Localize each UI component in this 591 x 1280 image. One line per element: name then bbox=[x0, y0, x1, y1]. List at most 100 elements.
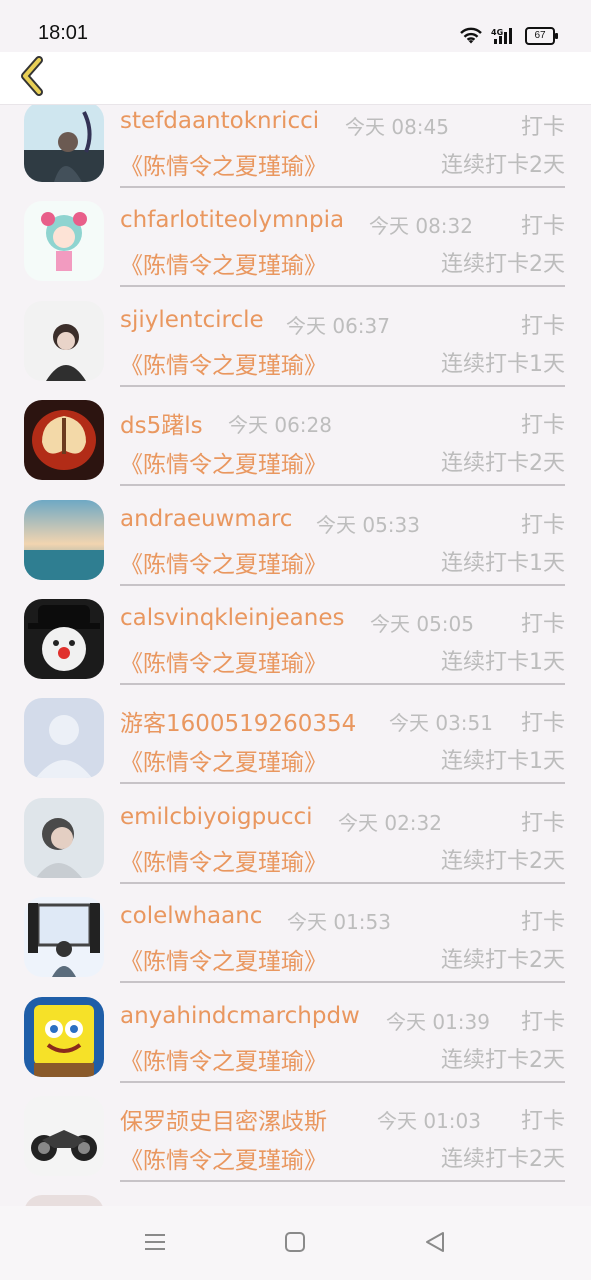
avatar[interactable] bbox=[24, 897, 104, 978]
divider bbox=[120, 583, 565, 586]
user-name[interactable]: stefdaantoknricci bbox=[120, 108, 319, 134]
avatar[interactable] bbox=[24, 1095, 104, 1176]
checkin-time: 今天 01:53 bbox=[287, 910, 391, 935]
top-bar bbox=[0, 52, 591, 104]
checkin-time: 今天 05:33 bbox=[316, 512, 420, 537]
list-item[interactable]: 林可四昨天 23:27打卡 bbox=[0, 1184, 591, 1206]
divider bbox=[120, 682, 565, 685]
user-name[interactable]: calsvinqkleinjeanes bbox=[120, 605, 344, 631]
checkin-time: 今天 01:03 bbox=[377, 1108, 481, 1133]
list-item[interactable]: stefdaantoknricci 今天 08:45 打卡《陈情令之夏瑾瑜》 连续打卡… bbox=[0, 104, 591, 190]
book-title[interactable]: 《陈情令之夏瑾瑜》 bbox=[120, 1141, 327, 1175]
avatar[interactable] bbox=[24, 797, 104, 878]
divider bbox=[120, 484, 565, 487]
checkin-time: 今天 03:51 bbox=[389, 711, 493, 736]
checkin-label: 打卡 bbox=[520, 711, 565, 737]
checkin-time: 今天 08:32 bbox=[369, 214, 473, 239]
checkin-time: 今天 05:05 bbox=[370, 611, 474, 636]
list-item[interactable]: emilcbiyoigpucci 今天 02:32 打卡 《陈情令之夏瑾瑜》 连续打卡2… bbox=[0, 787, 591, 886]
checkin-label: 打卡 bbox=[520, 810, 565, 836]
checkin-time: 今天 01:39 bbox=[386, 1009, 490, 1034]
user-name[interactable]: andraeuwmarc bbox=[120, 506, 292, 532]
avatar[interactable] bbox=[24, 201, 104, 282]
menu-button[interactable] bbox=[141, 1230, 169, 1258]
svg-text:4G: 4G bbox=[491, 28, 503, 37]
avatar[interactable] bbox=[24, 104, 104, 182]
user-name[interactable]: anyahindcmarchpdw bbox=[120, 1003, 360, 1029]
checkin-time: 今天 02:32 bbox=[338, 810, 442, 835]
list-item[interactable]: calsvinqkleinjeanes 今天 05:05 打卡 《陈情令之夏瑾瑜》 连续… bbox=[0, 588, 591, 687]
list-item[interactable]: ds5躇ls 今天 06:28 打卡 《陈情令之夏瑾瑜》 连续打卡2天 bbox=[0, 389, 591, 488]
status-bar: 18:01 4G 67 bbox=[0, 0, 591, 52]
divider bbox=[120, 981, 565, 984]
user-name[interactable]: chfarlotiteolymnpia bbox=[120, 207, 344, 233]
back-triangle-icon bbox=[423, 1230, 447, 1258]
divider bbox=[120, 285, 565, 288]
checkin-list[interactable]: stefdaantoknricci 今天 08:45 打卡 《陈情令之夏瑾瑜》 连续打卡… bbox=[0, 104, 591, 1206]
checkin-label: 打卡 bbox=[520, 512, 565, 538]
book-title[interactable]: 《陈情令之夏瑾瑜》 bbox=[120, 346, 327, 380]
book-title[interactable]: 《陈情令之夏瑾瑜》 bbox=[120, 147, 327, 181]
streak-count: 连续打卡1天 bbox=[441, 749, 565, 775]
user-name[interactable]: emilcbiyoigpucci bbox=[120, 804, 313, 830]
book-title[interactable]: 《陈情令之夏瑾瑜》 bbox=[120, 1042, 327, 1076]
status-time: 18:01 bbox=[38, 22, 89, 44]
avatar[interactable] bbox=[24, 400, 104, 481]
streak-count: 连续打卡2天 bbox=[441, 252, 565, 278]
back-nav-button[interactable] bbox=[421, 1230, 449, 1258]
avatar[interactable] bbox=[24, 698, 104, 779]
book-title[interactable]: 《陈情令之夏瑾瑜》 bbox=[120, 644, 327, 678]
divider bbox=[120, 384, 565, 387]
avatar[interactable] bbox=[24, 1195, 104, 1206]
chevron-left-icon bbox=[17, 56, 47, 100]
book-title[interactable]: 《陈情令之夏瑾瑜》 bbox=[120, 743, 327, 777]
divider bbox=[120, 881, 565, 884]
list-item[interactable]: andraeuwmarc 今天 05:33 打卡 《陈情令之夏瑾瑜》 连续打卡1天 bbox=[0, 489, 591, 588]
divider bbox=[120, 1080, 565, 1083]
user-name[interactable]: colelwhaanc bbox=[120, 903, 262, 929]
avatar[interactable] bbox=[24, 499, 104, 580]
divider bbox=[120, 782, 565, 785]
checkin-label: 打卡 bbox=[520, 1009, 565, 1035]
checkin-label: 打卡 bbox=[520, 910, 565, 936]
book-title[interactable]: 《陈情令之夏瑾瑜》 bbox=[120, 545, 327, 579]
list-item[interactable]: 游客1600519260354 今天 03:51 打卡《陈情令之夏瑾瑜》 连续打卡1天 bbox=[0, 687, 591, 786]
checkin-label: 打卡 bbox=[520, 413, 565, 439]
checkin-label: 打卡 bbox=[520, 214, 565, 240]
wifi-icon bbox=[459, 27, 483, 45]
user-name[interactable]: 游客1600519260354 bbox=[120, 704, 356, 738]
avatar[interactable] bbox=[24, 598, 104, 679]
user-name[interactable]: ds5躇ls bbox=[120, 406, 203, 440]
book-title[interactable]: 《陈情令之夏瑾瑜》 bbox=[120, 843, 327, 877]
streak-count: 连续打卡2天 bbox=[441, 1146, 565, 1172]
signal-4g-icon: 4G bbox=[491, 27, 517, 45]
list-item[interactable]: anyahindcmarchpdw 今天 01:39 打卡《陈情令之夏瑾瑜》 连续打卡… bbox=[0, 986, 591, 1085]
home-square-icon bbox=[284, 1231, 306, 1257]
streak-count: 连续打卡1天 bbox=[441, 649, 565, 675]
back-button[interactable] bbox=[12, 52, 52, 104]
status-icons: 4G 67 bbox=[459, 24, 558, 48]
streak-count: 连续打卡1天 bbox=[441, 351, 565, 377]
user-name[interactable]: sjiylentcircle bbox=[120, 307, 264, 333]
list-item[interactable]: colelwhaanc 今天 01:53 打卡《陈情令之夏瑾瑜》 连续打卡2天 bbox=[0, 886, 591, 985]
book-title[interactable]: 《陈情令之夏瑾瑜》 bbox=[120, 942, 327, 976]
streak-count: 连续打卡2天 bbox=[441, 948, 565, 974]
list-item[interactable]: sjiylentcircle 今天 06:37 打卡 《陈情令之夏瑾瑜》 连续打卡1天 bbox=[0, 290, 591, 389]
checkin-label: 打卡 bbox=[520, 115, 565, 140]
checkin-label: 打卡 bbox=[520, 1108, 565, 1134]
menu-icon bbox=[143, 1232, 167, 1256]
divider bbox=[120, 1179, 565, 1182]
streak-count: 连续打卡2天 bbox=[441, 153, 565, 178]
list-item[interactable]: 保罗颉史目密漯歧斯 今天 01:03 打卡《陈情令之夏瑾瑜》 连续打卡2天 bbox=[0, 1085, 591, 1184]
streak-count: 连续打卡2天 bbox=[441, 451, 565, 477]
book-title[interactable]: 《陈情令之夏瑾瑜》 bbox=[120, 445, 327, 479]
home-button[interactable] bbox=[281, 1230, 309, 1258]
streak-count: 连续打卡2天 bbox=[441, 1047, 565, 1073]
avatar[interactable] bbox=[24, 300, 104, 381]
user-name[interactable]: 保罗颉史目密漯歧斯 bbox=[120, 1102, 327, 1136]
avatar[interactable] bbox=[24, 996, 104, 1077]
system-nav-bar bbox=[0, 1206, 591, 1280]
book-title[interactable]: 《陈情令之夏瑾瑜》 bbox=[120, 246, 327, 280]
checkin-time: 今天 08:45 bbox=[345, 115, 449, 139]
list-item[interactable]: chfarlotiteolymnpia 今天 08:32 打卡《陈情令之夏瑾瑜》 连续… bbox=[0, 190, 591, 289]
